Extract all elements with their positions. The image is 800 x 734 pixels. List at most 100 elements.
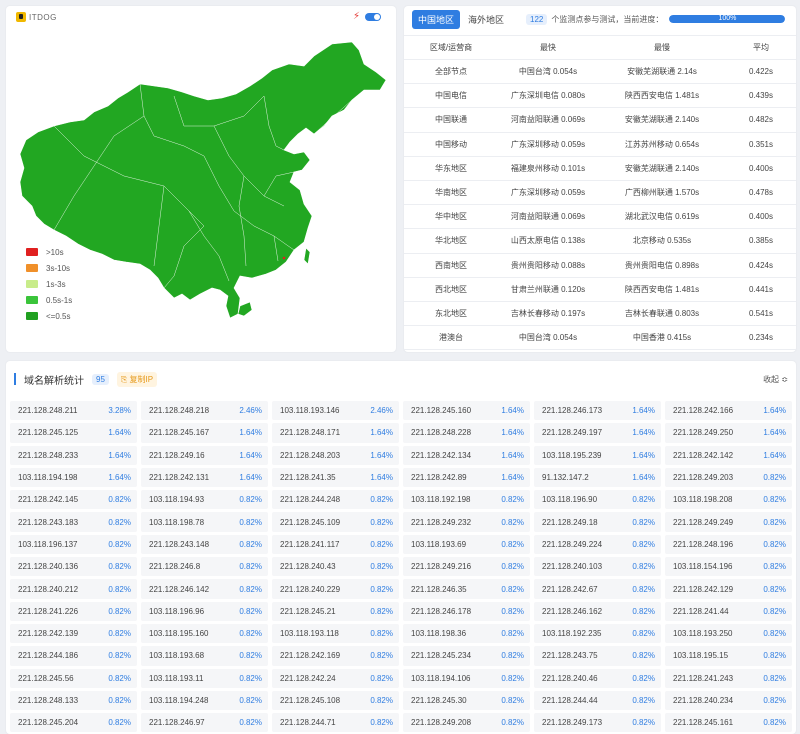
dns-ip-item[interactable]: 221.128.240.234 0.82%	[665, 690, 792, 711]
dns-ip-item[interactable]: 221.128.241.44 0.82%	[665, 601, 792, 621]
dns-ip-item[interactable]: 103.118.193.118 0.82%	[272, 623, 399, 644]
dns-ip-item[interactable]: 103.118.196.137 0.82%	[10, 534, 137, 555]
dns-ip-item[interactable]: 221.128.242.145 0.82%	[10, 490, 137, 510]
dns-ip-item[interactable]: 221.128.249.224 0.82%	[534, 534, 661, 555]
dns-ip-item[interactable]: 103.118.193.69 0.82%	[403, 534, 530, 555]
dns-ip-item[interactable]: 221.128.245.161 0.82%	[665, 713, 792, 733]
dns-ip-item[interactable]: 221.128.249.197 1.64%	[534, 423, 661, 443]
dns-ip-item[interactable]: 221.128.248.233 1.64%	[10, 445, 137, 465]
table-row[interactable]: 华东地区 福建泉州移动 0.101s 安徽芜湖联通 2.140s 0.400s	[404, 156, 796, 181]
dns-ip-item[interactable]: 103.118.193.250 0.82%	[665, 623, 792, 644]
dns-ip-item[interactable]: 221.128.246.97 0.82%	[141, 713, 268, 733]
dns-ip-item[interactable]: 221.128.248.228 1.64%	[403, 423, 530, 443]
dns-ip-item[interactable]: 221.128.240.46 0.82%	[534, 668, 661, 688]
table-row[interactable]: 西南地区 贵州贵阳移动 0.088s 贵州贵阳电信 0.898s 0.424s	[404, 253, 796, 278]
dns-ip-item[interactable]: 221.128.242.129 0.82%	[665, 579, 792, 599]
dns-ip-item[interactable]: 91.132.147.2 1.64%	[534, 467, 661, 488]
dns-ip-item[interactable]: 221.128.249.249 0.82%	[665, 512, 792, 532]
dns-ip-item[interactable]: 221.128.245.234 0.82%	[403, 646, 530, 666]
table-row[interactable]: 中国移动 广东深圳移动 0.059s 江苏苏州移动 0.654s 0.351s	[404, 132, 796, 157]
dns-ip-item[interactable]: 221.128.244.248 0.82%	[272, 490, 399, 510]
copy-ip-button[interactable]: ⎘ 复制IP	[116, 371, 158, 387]
brand-logo[interactable]: ITDOG	[16, 12, 57, 22]
dns-ip-item[interactable]: 221.128.240.103 0.82%	[534, 557, 661, 577]
dns-ip-item[interactable]: 221.128.249.232 0.82%	[403, 512, 530, 532]
dns-ip-item[interactable]: 221.128.245.21 0.82%	[272, 601, 399, 621]
dns-ip-item[interactable]: 221.128.248.218 2.46%	[141, 401, 268, 421]
dns-ip-item[interactable]: 221.128.243.148 0.82%	[141, 534, 268, 555]
dns-ip-item[interactable]: 221.128.244.71 0.82%	[272, 713, 399, 733]
table-row[interactable]: 东北地区 吉林长春移动 0.197s 吉林长春联通 0.803s 0.541s	[404, 301, 796, 327]
dns-ip-item[interactable]: 103.118.193.146 2.46%	[272, 401, 399, 421]
dns-ip-item[interactable]: 221.128.248.211 3.28%	[10, 401, 137, 421]
dns-ip-item[interactable]: 221.128.246.162 0.82%	[534, 601, 661, 621]
dns-ip-item[interactable]: 221.128.249.203 0.82%	[665, 467, 792, 488]
dns-ip-item[interactable]: 221.128.245.30 0.82%	[403, 690, 530, 711]
map-mode-toggle[interactable]	[365, 13, 381, 21]
dns-ip-item[interactable]: 221.128.245.204 0.82%	[10, 713, 137, 733]
dns-ip-item[interactable]: 221.128.246.142 0.82%	[141, 579, 268, 599]
dns-ip-item[interactable]: 103.118.154.196 0.82%	[665, 557, 792, 577]
dns-ip-item[interactable]: 103.118.194.93 0.82%	[141, 490, 268, 510]
table-row[interactable]: 港澳台 中国台湾 0.054s 中国香港 0.415s 0.234s	[404, 325, 796, 351]
dns-ip-item[interactable]: 221.128.245.125 1.64%	[10, 423, 137, 443]
dns-ip-item[interactable]: 103.118.195.15 0.82%	[665, 646, 792, 666]
dns-ip-item[interactable]: 221.128.248.196 0.82%	[665, 534, 792, 555]
dns-ip-item[interactable]: 221.128.240.229 0.82%	[272, 579, 399, 599]
dns-ip-item[interactable]: 221.128.245.109 0.82%	[272, 512, 399, 532]
table-row[interactable]: 西北地区 甘肃兰州联通 0.120s 陕西西安电信 1.481s 0.441s	[404, 277, 796, 302]
dns-ip-item[interactable]: 221.128.249.173 0.82%	[534, 713, 661, 733]
dns-ip-item[interactable]: 103.118.192.235 0.82%	[534, 623, 661, 644]
dns-ip-item[interactable]: 221.128.243.183 0.82%	[10, 512, 137, 532]
dns-ip-item[interactable]: 221.128.245.167 1.64%	[141, 423, 268, 443]
dns-ip-item[interactable]: 221.128.249.18 0.82%	[534, 512, 661, 532]
dns-ip-item[interactable]: 221.128.241.35 1.64%	[272, 467, 399, 488]
dns-ip-item[interactable]: 221.128.242.134 1.64%	[403, 445, 530, 465]
dns-ip-item[interactable]: 221.128.242.89 1.64%	[403, 467, 530, 488]
dns-ip-item[interactable]: 103.118.194.198 1.64%	[10, 467, 137, 488]
dns-ip-item[interactable]: 221.128.246.178 0.82%	[403, 601, 530, 621]
tab-overseas[interactable]: 海外地区	[462, 10, 510, 29]
dns-ip-item[interactable]: 103.118.193.11 0.82%	[141, 668, 268, 688]
dns-ip-item[interactable]: 103.118.196.96 0.82%	[141, 601, 268, 621]
dns-ip-item[interactable]: 221.128.248.203 1.64%	[272, 445, 399, 465]
dns-ip-item[interactable]: 221.128.241.117 0.82%	[272, 534, 399, 555]
dns-ip-item[interactable]: 221.128.241.243 0.82%	[665, 668, 792, 688]
dns-ip-item[interactable]: 221.128.244.186 0.82%	[10, 646, 137, 666]
dns-ip-item[interactable]: 221.128.242.131 1.64%	[141, 467, 268, 488]
dns-ip-item[interactable]: 103.118.194.248 0.82%	[141, 690, 268, 711]
dns-ip-item[interactable]: 221.128.246.35 0.82%	[403, 579, 530, 599]
dns-ip-item[interactable]: 103.118.194.106 0.82%	[403, 668, 530, 688]
dns-ip-item[interactable]: 221.128.249.250 1.64%	[665, 423, 792, 443]
dns-ip-item[interactable]: 103.118.198.78 0.82%	[141, 512, 268, 532]
dns-ip-item[interactable]: 221.128.242.169 0.82%	[272, 646, 399, 666]
dns-ip-item[interactable]: 103.118.198.208 0.82%	[665, 490, 792, 510]
dns-ip-item[interactable]: 221.128.241.226 0.82%	[10, 601, 137, 621]
dns-ip-item[interactable]: 221.128.244.44 0.82%	[534, 690, 661, 711]
dns-ip-item[interactable]: 221.128.245.160 1.64%	[403, 401, 530, 421]
dns-ip-item[interactable]: 103.118.198.36 0.82%	[403, 623, 530, 644]
dns-ip-item[interactable]: 221.128.243.75 0.82%	[534, 646, 661, 666]
dns-ip-item[interactable]: 221.128.242.139 0.82%	[10, 623, 137, 644]
dns-ip-item[interactable]: 221.128.242.166 1.64%	[665, 401, 792, 421]
dns-ip-item[interactable]: 221.128.249.216 0.82%	[403, 557, 530, 577]
dns-ip-item[interactable]: 221.128.246.173 1.64%	[534, 401, 661, 421]
table-row[interactable]: 全部节点 中国台湾 0.054s 安徽芜湖联通 2.14s 0.422s	[404, 59, 796, 85]
table-row[interactable]: 中国联通 河南益阳联通 0.069s 安徽芜湖联通 2.140s 0.482s	[404, 107, 796, 133]
dns-ip-item[interactable]: 103.118.195.239 1.64%	[534, 445, 661, 465]
dns-ip-item[interactable]: 221.128.240.212 0.82%	[10, 579, 137, 599]
dns-ip-item[interactable]: 103.118.195.160 0.82%	[141, 623, 268, 644]
collapse-button[interactable]: 收起 ≎	[763, 374, 788, 385]
dns-ip-item[interactable]: 221.128.248.171 1.64%	[272, 423, 399, 443]
dns-ip-item[interactable]: 221.128.240.136 0.82%	[10, 557, 137, 577]
tab-china[interactable]: 中国地区	[412, 9, 461, 29]
dns-ip-item[interactable]: 221.128.245.108 0.82%	[272, 690, 399, 711]
dns-ip-item[interactable]: 221.128.249.16 1.64%	[141, 445, 268, 465]
table-row[interactable]: 中国电信 广东深圳电信 0.080s 陕西西安电信 1.481s 0.439s	[404, 83, 796, 109]
dns-ip-item[interactable]: 103.118.193.68 0.82%	[141, 646, 268, 666]
table-row[interactable]: 华南地区 广东深圳移动 0.059s 广西柳州联通 1.570s 0.478s	[404, 180, 796, 206]
dns-ip-item[interactable]: 221.128.240.43 0.82%	[272, 557, 399, 577]
table-row[interactable]: 华中地区 河南益阳联通 0.069s 湖北武汉电信 0.619s 0.400s	[404, 204, 796, 230]
dns-ip-item[interactable]: 103.118.196.90 0.82%	[534, 490, 661, 510]
dns-ip-item[interactable]: 221.128.248.133 0.82%	[10, 690, 137, 711]
